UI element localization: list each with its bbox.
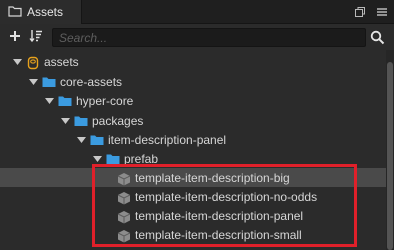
sort-icon <box>29 29 43 46</box>
expand-arrow-icon[interactable] <box>92 154 102 164</box>
expand-arrow-icon[interactable] <box>60 116 70 126</box>
tree-label: core-assets <box>60 74 123 89</box>
search-box <box>52 28 366 47</box>
panel-titlebar: Assets <box>0 0 394 24</box>
folder-icon <box>90 134 104 146</box>
menu-icon[interactable] <box>374 4 390 20</box>
add-button[interactable] <box>6 28 24 46</box>
tree-row[interactable]: hyper-core <box>0 91 386 110</box>
folder-icon <box>42 76 56 88</box>
expand-arrow-icon[interactable] <box>28 77 38 87</box>
tab-label: Assets <box>27 5 64 19</box>
scrollbar-thumb[interactable] <box>387 62 393 250</box>
tree-row[interactable]: item-description-panel <box>0 130 386 149</box>
search-icon[interactable] <box>370 30 386 46</box>
database-icon <box>26 56 40 69</box>
assets-tab[interactable]: Assets <box>0 0 82 24</box>
sort-button[interactable] <box>27 28 45 46</box>
tree-label: item-description-panel <box>108 132 227 147</box>
popout-icon[interactable] <box>352 4 368 20</box>
folder-icon <box>58 95 72 107</box>
folder-icon <box>8 5 22 20</box>
assets-toolbar <box>0 25 394 49</box>
expand-arrow-icon[interactable] <box>76 135 86 145</box>
folder-icon <box>74 115 88 127</box>
plus-icon <box>9 30 21 45</box>
folder-icon <box>106 153 120 165</box>
expand-arrow-icon[interactable] <box>44 96 54 106</box>
tree-row[interactable]: packages <box>0 111 386 130</box>
highlight-box <box>92 164 357 247</box>
tree-label: hyper-core <box>76 93 134 108</box>
tree-row[interactable]: assets <box>0 52 386 71</box>
search-input[interactable] <box>53 29 365 46</box>
expand-arrow-icon[interactable] <box>12 57 22 67</box>
tree-label: packages <box>92 113 144 128</box>
tree-label: assets <box>44 54 79 69</box>
tree-row[interactable]: core-assets <box>0 72 386 91</box>
